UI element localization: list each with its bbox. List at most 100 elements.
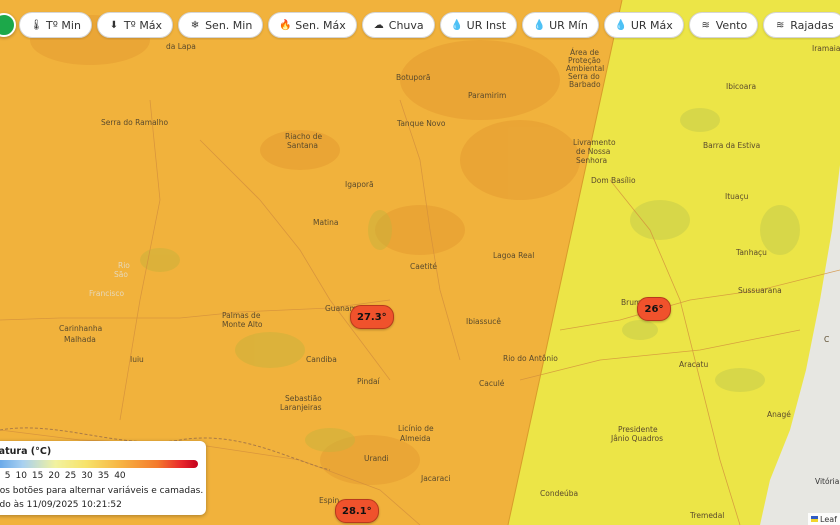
place-label: Tanque Novo	[396, 119, 446, 128]
temperature-marker[interactable]: 26°	[637, 297, 671, 321]
place-label: Serra do Ramalho	[101, 118, 169, 127]
temperature-legend: ratura (°C) 0510152025303540 nos botões …	[0, 441, 206, 515]
place-label: Caetité	[410, 262, 437, 271]
place-label: Matina	[313, 218, 338, 227]
wind-icon: ≋	[701, 19, 710, 31]
legend-color-scale	[0, 460, 198, 468]
toolbar-button-vento[interactable]: ≋ Vento	[688, 12, 759, 38]
toolbar-button-label: Sen. Min	[205, 18, 253, 32]
place-label: Tanhaçu	[735, 248, 767, 257]
toolbar-button-ur-inst[interactable]: 💧 UR Inst	[439, 12, 518, 38]
place-label: de Nossa	[576, 147, 610, 156]
place-label: Jacaraci	[420, 474, 450, 483]
place-label: Iramaia	[812, 44, 840, 53]
place-label: Paramirim	[468, 91, 506, 100]
legend-tick-label: 20	[48, 471, 60, 481]
temperature-marker[interactable]: 28.1°	[335, 499, 379, 523]
toolbar-button-chuva[interactable]: ☁ Chuva	[361, 12, 435, 38]
place-label: Malhada	[64, 335, 96, 344]
toolbar-button-label: Tº Min	[46, 18, 81, 32]
toolbar-button-label: UR Mín	[549, 18, 588, 32]
legend-tick-label: 30	[81, 471, 93, 481]
place-label: Francisco	[89, 289, 124, 298]
place-label: Sebastião	[285, 394, 322, 403]
place-label: Jânio Quadros	[610, 434, 663, 443]
toolbar-button-label: Chuva	[388, 18, 424, 32]
place-label: Rio do Antônio	[503, 354, 558, 363]
place-label: Almeida	[400, 434, 431, 443]
droplet-icon: 💧	[450, 19, 464, 31]
toolbar-button-label: UR Máx	[630, 18, 673, 32]
place-label: Igaporã	[345, 180, 374, 189]
place-label: Rio	[118, 261, 130, 270]
place-label: C	[824, 335, 829, 344]
place-label: Ituaçu	[725, 192, 749, 201]
arrow-down-icon: ⬇	[109, 19, 119, 31]
place-label: Laranjeiras	[280, 403, 322, 412]
toolbar-button-t-m-x[interactable]: ⬇ Tº Máx	[96, 12, 174, 38]
thermometer-low-icon: 🌡	[30, 19, 43, 31]
legend-tick-label: 25	[64, 471, 77, 481]
attribution-text: Leaf	[820, 514, 837, 524]
place-label: da Lapa	[166, 42, 196, 51]
toolbar-button-ur-m-n[interactable]: 💧 UR Mín	[522, 12, 599, 38]
toolbar-button-label: Tº Máx	[123, 18, 163, 32]
place-label: Caculé	[479, 379, 505, 388]
place-label: Urandi	[364, 454, 389, 463]
toolbar-button-sen-min[interactable]: ❄ Sen. Min	[178, 12, 264, 38]
place-label: Vitória	[815, 477, 839, 486]
fire-icon: 🔥	[279, 19, 292, 31]
place-label: Sussuarana	[738, 286, 782, 295]
droplet-icon: 💧	[614, 19, 628, 31]
place-label: Santana	[287, 141, 318, 150]
toolbar-button-label: Vento	[715, 18, 748, 32]
legend-tick-label: 10	[15, 471, 27, 481]
place-label: Lagoa Real	[493, 251, 534, 260]
snowflake-icon: ❄	[190, 19, 200, 31]
variable-toolbar: 🌡 Tº Min ⬇ Tº Máx ❄ Sen. Min 🔥 Sen. Máx ☁ Chuva 💧 U…	[0, 10, 840, 40]
place-label: Aracatu	[679, 360, 708, 369]
legend-tick-label: 40	[114, 471, 126, 481]
place-label: Livramento	[573, 138, 616, 147]
toolbar-button-t-min[interactable]: 🌡 Tº Min	[19, 12, 92, 38]
place-label: São	[114, 270, 128, 279]
droplet-icon: 💧	[533, 19, 546, 31]
temperature-marker[interactable]: 27.3°	[350, 305, 394, 329]
toolbar-button-label: UR Inst	[466, 18, 507, 32]
legend-tick-label: 15	[31, 471, 44, 481]
place-label: Senhora	[576, 156, 607, 165]
place-label: Tremedal	[689, 511, 724, 520]
place-label: Iuiu	[130, 355, 144, 364]
place-label: Ibiassucê	[466, 317, 501, 326]
place-label: Candiba	[306, 355, 337, 364]
place-label: Carinhanha	[59, 324, 102, 333]
legend-tick-label: 5	[4, 471, 11, 481]
place-label: Riacho de	[285, 132, 323, 141]
place-label: Palmas de	[222, 311, 261, 320]
legend-tick-label: 35	[97, 471, 110, 481]
legend-ticks: 0510152025303540	[0, 471, 200, 483]
place-label: Presidente	[618, 425, 658, 434]
place-label: Condeúba	[540, 489, 578, 498]
map-attribution[interactable]: Leaf	[808, 513, 840, 525]
rain-cloud-icon: ☁	[373, 19, 384, 31]
place-label: Barra da Estiva	[703, 141, 760, 150]
place-label: Barbado	[569, 80, 601, 89]
place-label: Botuporã	[396, 73, 430, 82]
place-label: Pindaí	[357, 377, 381, 386]
ukraine-flag-icon	[811, 516, 819, 522]
legend-note: nos botões para alternar variáveis e cam…	[0, 486, 204, 496]
place-label: Monte Alto	[222, 320, 263, 329]
legend-updated-time: ado às 11/09/2025 10:21:52	[0, 500, 122, 510]
wind-gust-icon: ≋	[776, 19, 785, 31]
toolbar-button-rajadas[interactable]: ≋ Rajadas	[763, 12, 840, 38]
place-label: Licínio de	[398, 424, 434, 433]
toolbar-button-label: Rajadas	[790, 18, 834, 32]
toolbar-button-ur-m-x[interactable]: 💧 UR Máx	[603, 12, 684, 38]
toolbar-button-sen-m-x[interactable]: 🔥 Sen. Máx	[268, 12, 357, 38]
toolbar-button-label: Sen. Máx	[295, 18, 346, 32]
place-label: Anagé	[767, 410, 791, 419]
place-label: Dom Basílio	[591, 176, 636, 185]
legend-title: ratura (°C)	[0, 446, 52, 457]
place-label: Ibicoara	[726, 82, 756, 91]
